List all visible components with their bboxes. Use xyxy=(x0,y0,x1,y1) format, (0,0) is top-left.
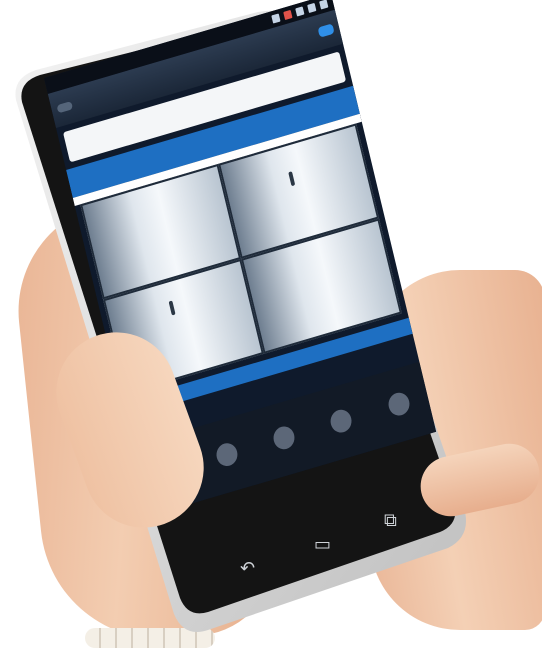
back-icon[interactable]: ↶ xyxy=(240,558,255,579)
hinge-icon xyxy=(328,406,355,435)
battery-icon xyxy=(319,0,329,10)
recent-icon[interactable]: ⧉ xyxy=(384,510,397,531)
handle-icon xyxy=(213,440,240,469)
handle-icon xyxy=(168,300,176,316)
tab-2[interactable] xyxy=(204,438,249,474)
gear-icon xyxy=(271,423,297,452)
tab-5[interactable] xyxy=(377,387,422,423)
tab-4[interactable] xyxy=(319,404,364,440)
wifi-icon xyxy=(295,6,305,17)
save-button[interactable] xyxy=(317,23,335,38)
smartphone: ↶ ▭ ⧉ xyxy=(8,0,466,638)
home-icon[interactable]: ▭ xyxy=(314,534,331,555)
settings-status-icon xyxy=(271,13,281,24)
handle-icon xyxy=(288,171,296,187)
settings-icon xyxy=(385,389,412,418)
notification-icon xyxy=(283,9,293,21)
tab-3[interactable] xyxy=(262,421,307,457)
back-button[interactable] xyxy=(56,101,74,114)
signal-icon xyxy=(307,2,317,14)
photo-scene: ↶ ▭ ⧉ xyxy=(0,0,542,651)
